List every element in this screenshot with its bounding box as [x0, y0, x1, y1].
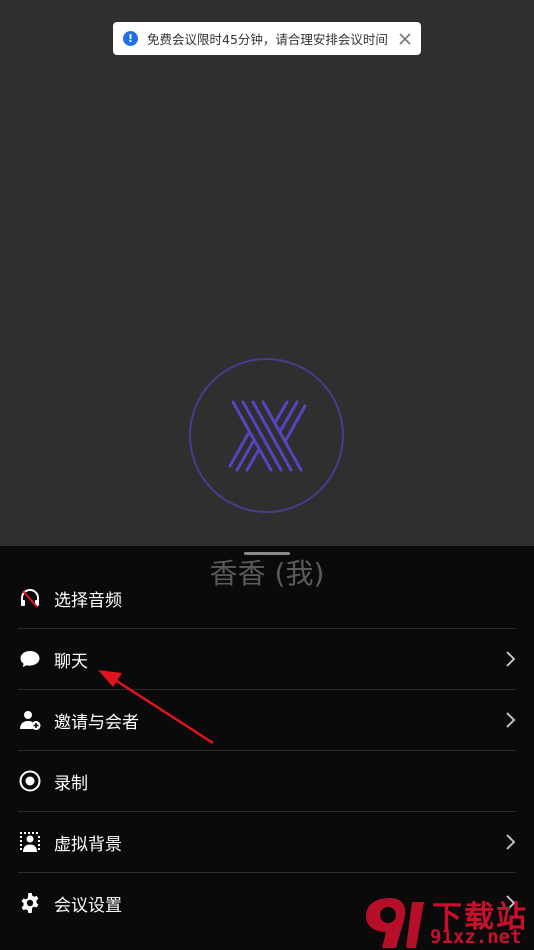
menu-item-chat[interactable]: 聊天 — [18, 629, 516, 690]
virtual-background-icon — [18, 830, 42, 854]
menu-item-record[interactable]: 录制 — [18, 751, 516, 812]
free-meeting-toast: ! 免费会议限时45分钟，请合理安排会议时间 — [113, 22, 421, 55]
toast-message: 免费会议限时45分钟，请合理安排会议时间 — [147, 32, 388, 47]
headset-muted-icon — [18, 586, 42, 610]
options-menu: 选择音频 聊天 邀请与会者 录制 虚拟背景 会议设置 — [18, 568, 516, 933]
menu-item-virtual-background[interactable]: 虚拟背景 — [18, 812, 516, 873]
menu-item-label: 选择音频 — [54, 590, 122, 611]
close-icon[interactable] — [397, 31, 413, 47]
x-logo-icon — [228, 400, 306, 471]
menu-item-label: 录制 — [54, 773, 88, 794]
info-icon: ! — [123, 31, 138, 46]
add-user-icon — [18, 708, 42, 732]
site-watermark: 下载站 91xz.net — [360, 890, 534, 950]
menu-item-label: 聊天 — [54, 651, 88, 672]
chevron-right-icon — [506, 834, 516, 850]
chat-bubble-icon — [18, 647, 42, 671]
participant-avatar — [189, 358, 344, 513]
record-icon — [18, 769, 42, 793]
chevron-right-icon — [506, 712, 516, 728]
gear-icon — [18, 891, 42, 915]
sheet-drag-handle[interactable] — [244, 552, 290, 555]
menu-item-label: 邀请与会者 — [54, 712, 139, 733]
watermark-url: 91xz.net — [430, 926, 522, 948]
menu-item-label: 会议设置 — [54, 895, 122, 916]
menu-item-select-audio[interactable]: 选择音频 — [18, 568, 516, 629]
menu-item-label: 虚拟背景 — [54, 834, 122, 855]
watermark-logo-icon — [366, 898, 424, 948]
chevron-right-icon — [506, 651, 516, 667]
menu-item-invite[interactable]: 邀请与会者 — [18, 690, 516, 751]
